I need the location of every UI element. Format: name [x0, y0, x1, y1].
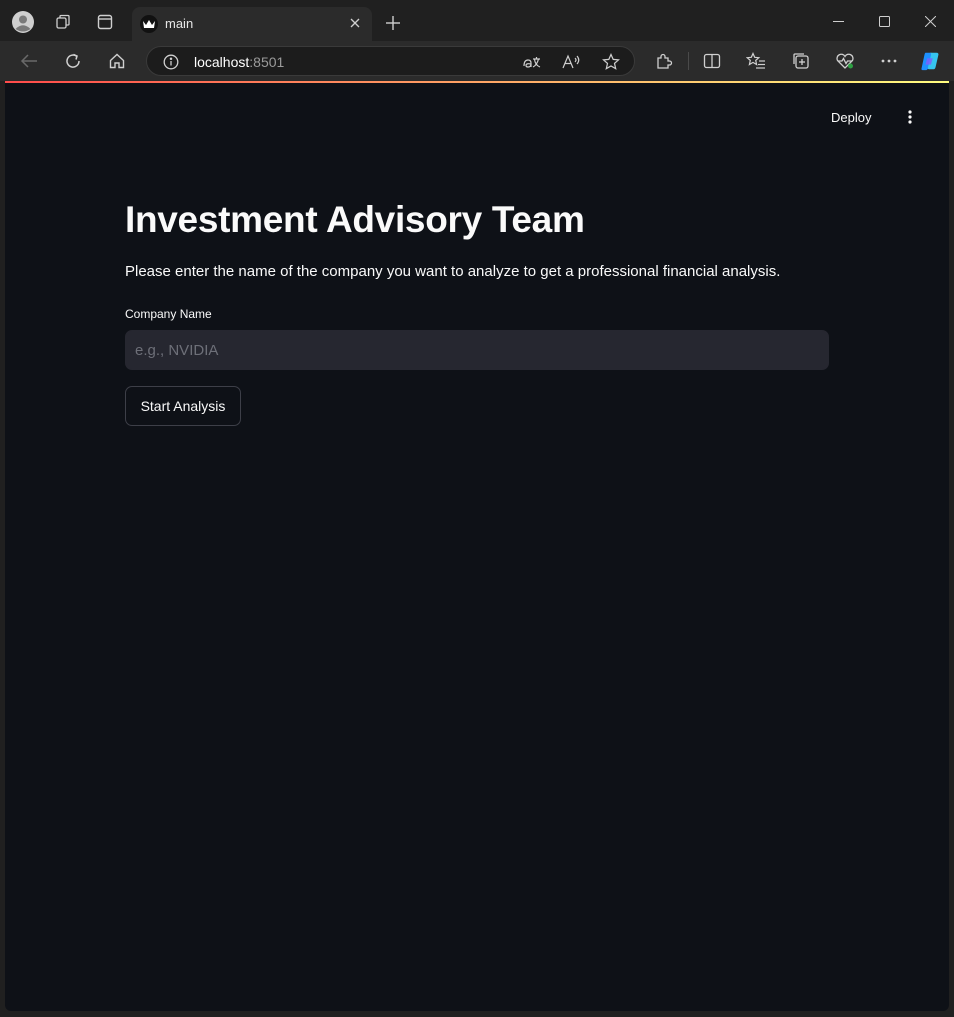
- company-name-label: Company Name: [125, 307, 212, 321]
- browser-tab-main[interactable]: main: [132, 7, 372, 41]
- address-bar[interactable]: localhost:8501: [146, 46, 635, 76]
- minimize-window-icon[interactable]: [826, 10, 850, 32]
- streamlit-app: Deploy Investment Advisory Team Please e…: [5, 81, 949, 1011]
- profile-avatar-icon[interactable]: [12, 11, 34, 33]
- toolbar-separator: [688, 52, 689, 70]
- read-aloud-icon[interactable]: [561, 52, 581, 72]
- app-header-decoration: [5, 81, 949, 83]
- company-name-input[interactable]: [125, 330, 829, 370]
- browser-titlebar: main: [0, 0, 954, 44]
- page-title: Investment Advisory Team: [125, 199, 585, 240]
- tab-title: main: [165, 16, 194, 31]
- new-tab-icon[interactable]: [382, 12, 404, 34]
- copilot-icon[interactable]: [919, 50, 941, 72]
- split-screen-icon[interactable]: [701, 50, 723, 72]
- browser-essentials-heart-icon[interactable]: [834, 50, 856, 72]
- close-tab-icon[interactable]: [346, 14, 364, 32]
- back-arrow-icon[interactable]: [18, 50, 40, 72]
- workspaces-icon[interactable]: [53, 11, 75, 33]
- url-port: :8501: [249, 54, 285, 70]
- translate-icon[interactable]: [522, 52, 542, 72]
- more-options-icon[interactable]: [878, 50, 900, 72]
- page-description: Please enter the name of the company you…: [125, 263, 781, 280]
- favorite-star-icon[interactable]: [601, 52, 621, 72]
- home-icon[interactable]: [106, 50, 128, 72]
- close-window-icon[interactable]: [918, 10, 942, 32]
- main-menu-kebab-icon[interactable]: [901, 107, 919, 127]
- url-text[interactable]: localhost:8501: [194, 54, 284, 70]
- tab-actions-icon[interactable]: [94, 11, 116, 33]
- url-host: localhost: [194, 54, 250, 70]
- site-info-icon[interactable]: [162, 53, 180, 71]
- maximize-window-icon[interactable]: [872, 10, 896, 32]
- collections-icon[interactable]: [790, 50, 812, 72]
- favorites-icon[interactable]: [745, 50, 767, 72]
- start-analysis-button[interactable]: Start Analysis: [125, 386, 241, 426]
- extensions-icon[interactable]: [653, 50, 675, 72]
- streamlit-crown-icon: [140, 15, 158, 33]
- browser-toolbar: localhost:8501: [0, 41, 954, 81]
- refresh-icon[interactable]: [62, 50, 84, 72]
- deploy-button[interactable]: Deploy: [831, 106, 871, 128]
